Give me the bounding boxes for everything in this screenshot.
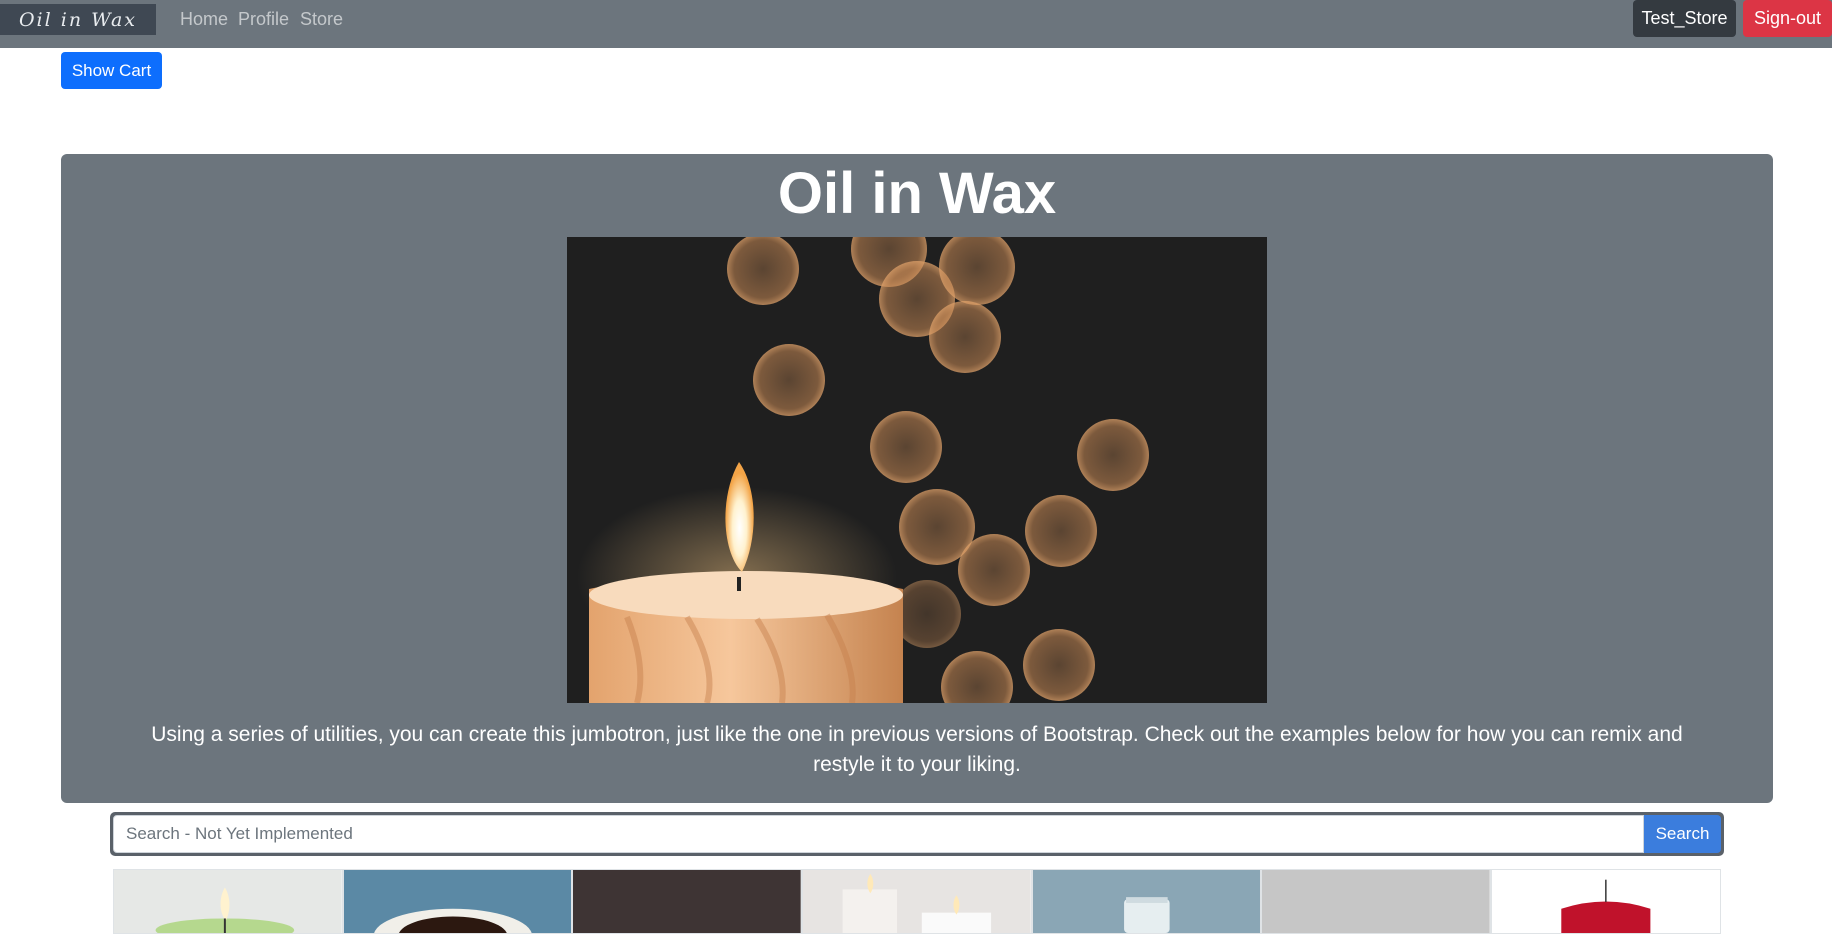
user-button[interactable]: Test_Store xyxy=(1633,0,1736,37)
candle-bokeh-image xyxy=(567,237,1267,703)
search-button[interactable]: Search xyxy=(1644,815,1721,853)
product-grid xyxy=(113,869,1721,934)
page-title: Oil in Wax xyxy=(777,161,1057,226)
nav-link-store[interactable]: Store xyxy=(300,9,343,30)
navbar: Oil in Wax Home Profile Store Test_Store… xyxy=(0,0,1832,48)
product-card-dark[interactable] xyxy=(572,869,803,934)
show-cart-button[interactable]: Show Cart xyxy=(61,52,162,89)
product-card-placeholder[interactable] xyxy=(1261,869,1492,934)
brand-text: Oil in Wax xyxy=(18,8,138,31)
product-card-coffee-cup[interactable] xyxy=(342,869,573,934)
product-card-green-candle[interactable] xyxy=(113,869,343,934)
nav-link-profile[interactable]: Profile xyxy=(238,9,289,30)
search-bar: Search xyxy=(110,812,1724,856)
brand-logo[interactable]: Oil in Wax xyxy=(0,4,156,35)
jumbotron: Oil in Wax Using a series of utilities, … xyxy=(61,154,1773,803)
product-card-red-candle[interactable] xyxy=(1491,869,1721,934)
nav-link-home[interactable]: Home xyxy=(180,9,228,30)
product-card-white-candles[interactable] xyxy=(802,869,1032,934)
product-card-glass-jar[interactable] xyxy=(1031,869,1262,934)
jumbotron-lead: Using a series of utilities, you can cre… xyxy=(151,723,1683,776)
signout-button[interactable]: Sign-out xyxy=(1743,0,1832,37)
search-input[interactable] xyxy=(113,815,1644,853)
